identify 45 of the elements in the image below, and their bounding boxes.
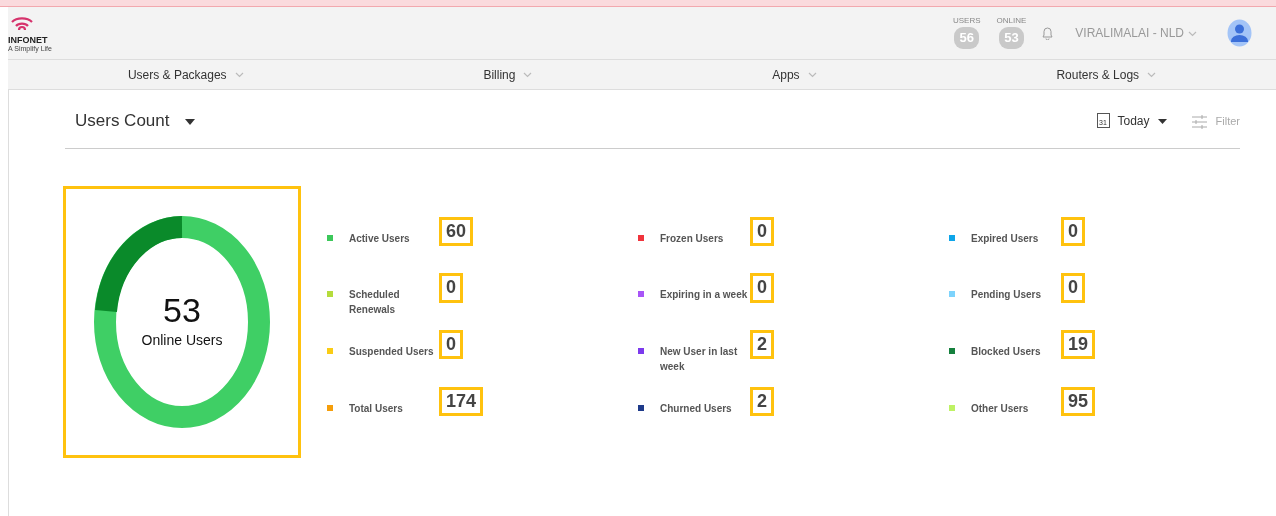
nav-menu-item[interactable]: Users & Packages <box>127 65 244 84</box>
online-count: 53 <box>163 292 201 330</box>
stat-label: Other Users <box>971 401 1030 416</box>
stat-value: 0 <box>1061 216 1085 246</box>
caret-down-icon[interactable] <box>185 118 196 125</box>
nav-menu-item[interactable]: Routers & Logs <box>1056 65 1157 84</box>
notification-bell-icon[interactable] <box>1042 27 1054 41</box>
stat-value: 2 <box>750 386 774 417</box>
stat-label: Pending Users <box>971 288 1043 303</box>
logo-text: INFONET <box>8 36 48 45</box>
stat-label: Blocked Users <box>971 345 1042 359</box>
user-avatar-icon[interactable] <box>1227 19 1252 47</box>
stat-label: New User in last week <box>660 345 739 374</box>
stat-label: Churned Users <box>660 401 733 416</box>
chevron-down-icon[interactable] <box>234 72 244 79</box>
stat-label: Scheduled Renewals <box>349 288 401 318</box>
caret-down-icon[interactable] <box>1157 119 1167 125</box>
stat-value: 95 <box>1061 386 1096 417</box>
date-range-dropdown[interactable]: Today <box>1117 111 1167 130</box>
chevron-down-icon[interactable] <box>1147 72 1157 79</box>
counter-label: ONLINE <box>996 17 1027 26</box>
chevron-down-icon[interactable] <box>807 72 817 79</box>
stat-value: 0 <box>439 273 463 303</box>
stat-value: 0 <box>750 273 774 303</box>
stat-label: Active Users <box>349 231 411 246</box>
stat-label: Total Users <box>349 401 404 416</box>
stat-value: 0 <box>439 330 463 360</box>
filter-sliders-icon[interactable] <box>1190 114 1208 129</box>
stat-label: Expiring in a week <box>660 288 749 303</box>
stat-value: 174 <box>439 386 484 417</box>
chevron-down-icon[interactable] <box>1188 30 1197 37</box>
counter-label: USERS <box>952 17 981 26</box>
stat-value: 19 <box>1061 330 1096 360</box>
stat-value: 0 <box>1061 273 1085 303</box>
nav-menu-item[interactable]: Billing <box>483 65 533 84</box>
stat-label: Expired Users <box>971 231 1040 246</box>
online-label: Online Users <box>141 330 223 350</box>
stat-label: Suspended Users <box>349 345 435 359</box>
nav-menu-item[interactable]: Apps <box>772 65 817 84</box>
chevron-down-icon[interactable] <box>523 72 533 79</box>
stat-value: 2 <box>750 330 774 360</box>
users-count-dropdown[interactable]: Users Count <box>75 108 196 134</box>
stat-label: Frozen Users <box>660 231 725 246</box>
stat-value: 60 <box>439 216 474 246</box>
stat-value: 0 <box>750 216 774 246</box>
